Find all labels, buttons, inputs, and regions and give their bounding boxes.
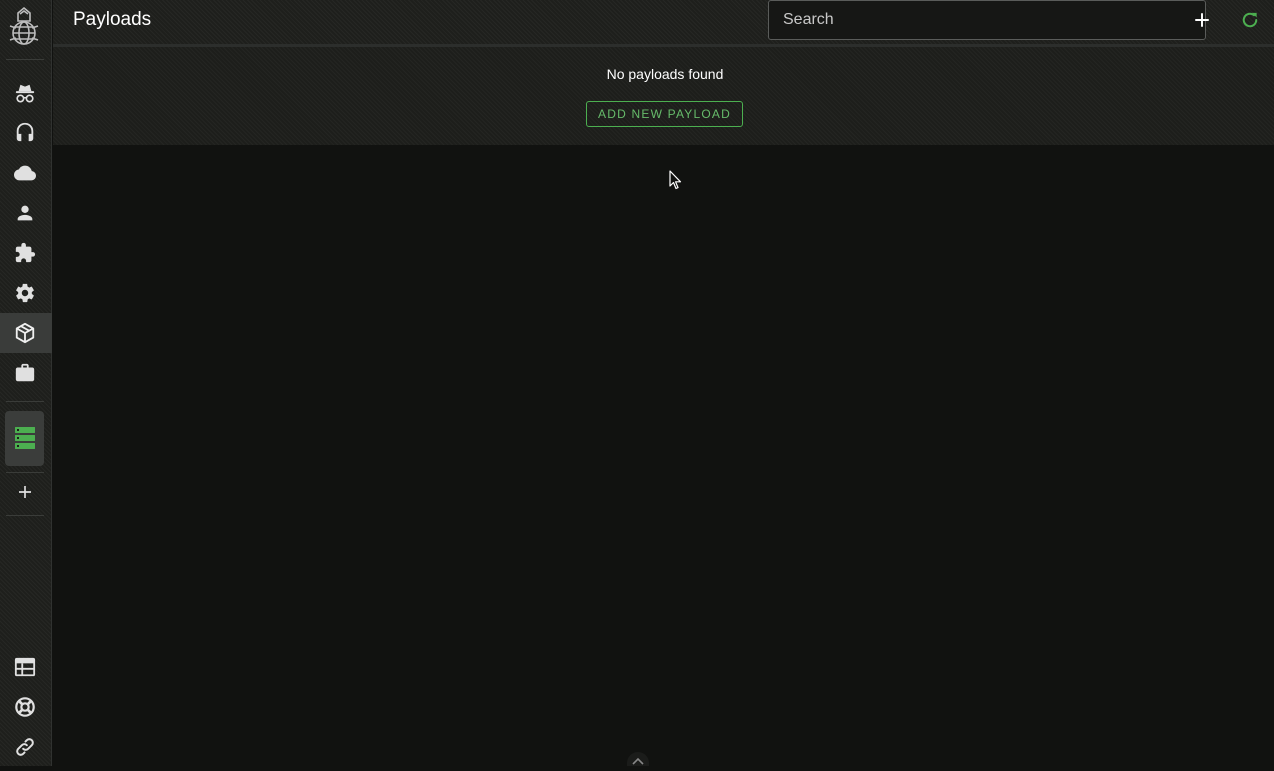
- sidebar-divider: [6, 472, 44, 473]
- sidebar-item-payloads[interactable]: [13, 321, 37, 345]
- page-title: Payloads: [73, 9, 152, 30]
- refresh-button[interactable]: [1238, 8, 1262, 32]
- empty-state-panel: No payloads found ADD NEW PAYLOAD: [53, 47, 1274, 145]
- add-payload-header-button[interactable]: [1190, 8, 1214, 32]
- sidebar-item-help[interactable]: [13, 695, 37, 719]
- sidebar-item-payload-types[interactable]: [13, 241, 37, 265]
- refresh-icon: [1242, 12, 1258, 28]
- mythic-logo-icon[interactable]: [4, 4, 44, 48]
- mouse-cursor-icon: [669, 170, 682, 190]
- plus-icon: [1195, 13, 1209, 27]
- gear-icon: [16, 283, 34, 303]
- sidebar-item-dashboard[interactable]: [13, 655, 37, 679]
- cloud-icon: [14, 165, 36, 181]
- sidebar: [0, 0, 52, 766]
- person-icon: [17, 205, 33, 221]
- headphones-icon: [16, 122, 34, 142]
- sidebar-item-operators[interactable]: [13, 81, 37, 105]
- add-new-payload-button[interactable]: ADD NEW PAYLOAD: [586, 101, 743, 127]
- spy-icon: [15, 84, 35, 103]
- link-icon: [16, 738, 34, 756]
- chevron-up-icon: [632, 757, 644, 765]
- sidebar-item-links[interactable]: [13, 735, 37, 759]
- empty-state-message: No payloads found: [606, 66, 724, 82]
- sidebar-divider: [6, 401, 44, 402]
- sidebar-divider: [6, 515, 44, 516]
- sidebar-item-c2-profiles[interactable]: [13, 120, 37, 144]
- sidebar-item-settings[interactable]: [13, 281, 37, 305]
- cube-icon: [15, 322, 35, 344]
- sidebar-divider: [6, 59, 44, 60]
- page-header: Payloads: [53, 0, 1274, 47]
- server-stack-icon: [15, 427, 35, 449]
- sidebar-item-active-callbacks[interactable]: [13, 426, 37, 450]
- plus-icon: [19, 486, 31, 498]
- sidebar-item-cloud[interactable]: [13, 161, 37, 185]
- puzzle-icon: [15, 242, 36, 263]
- briefcase-icon: [15, 363, 35, 382]
- life-ring-icon: [15, 697, 35, 717]
- bottom-drawer-handle[interactable]: [627, 752, 649, 766]
- sidebar-item-add-tab[interactable]: [13, 480, 37, 504]
- sidebar-item-operations[interactable]: [13, 361, 37, 385]
- sidebar-item-users[interactable]: [13, 201, 37, 225]
- table-icon: [14, 657, 36, 677]
- search-input[interactable]: [768, 0, 1206, 40]
